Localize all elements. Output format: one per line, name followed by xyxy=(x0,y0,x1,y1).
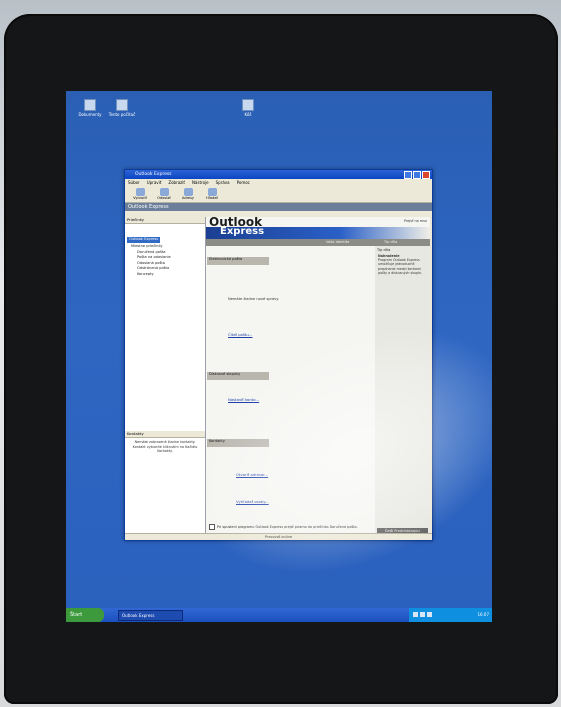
window-banner: Outlook Express xyxy=(125,203,432,211)
contacts-empty-text: Nemáte zobrazené žiadne kontakty. Kontak… xyxy=(132,440,198,453)
status-bar: Pracovať online xyxy=(125,533,432,540)
desktop-icon-label: Tento počítač xyxy=(108,112,136,117)
find-button[interactable]: Hľadať xyxy=(203,188,221,200)
folders-pane: Priečinky Outlook Express Miestne prieči… xyxy=(125,217,206,537)
toolbar-label: Hľadať xyxy=(206,196,218,200)
desktop-icon-label: Dokumenty xyxy=(78,112,102,117)
send-receive-button[interactable]: Odoslať xyxy=(155,188,173,200)
start-button[interactable]: Štart xyxy=(66,608,104,622)
menu-help[interactable]: Pomoc xyxy=(237,179,250,186)
folder-icon xyxy=(84,99,96,111)
main-content: Outlook Express Prejsť na msn Vaša ident… xyxy=(206,217,430,537)
folder-outlook-express[interactable]: Outlook Express xyxy=(127,237,161,243)
contacts-pane-title[interactable]: Kontakty xyxy=(125,431,205,438)
new-mail-icon xyxy=(135,188,145,196)
outlook-express-window: Outlook Express Súbor Upraviť Zobraziť N… xyxy=(124,169,433,541)
volume-icon[interactable] xyxy=(420,612,425,617)
taskbar-outlook-express[interactable]: Outlook Express xyxy=(118,610,183,621)
close-icon[interactable] xyxy=(422,171,430,179)
section-email: Elektronická pošta xyxy=(207,257,269,265)
express-logo: Express xyxy=(220,226,265,237)
menu-view[interactable]: Zobraziť xyxy=(168,179,185,186)
find-people-link[interactable]: Vyhľadať osoby... xyxy=(236,499,269,504)
toolbar: Vytvoriť Odoslať Adresy Hľadať xyxy=(125,186,432,203)
open-address-book-link[interactable]: Otvoriť adresár... xyxy=(236,472,268,477)
menu-file[interactable]: Súbor xyxy=(128,179,140,186)
toolbar-label: Vytvoriť xyxy=(133,196,147,200)
desktop-icon-recycle-bin[interactable]: Kôš xyxy=(228,99,268,117)
monitor-screen: Dokumenty Tento počítač Kôš Outlook Expr… xyxy=(66,91,492,622)
system-tray: 16:07 xyxy=(409,608,492,622)
window-title: Outlook Express xyxy=(135,172,172,177)
folders-pane-title: Priečinky xyxy=(125,217,205,224)
create-mail-button[interactable]: Vytvoriť xyxy=(131,188,149,200)
tip-of-the-day-pane: Tip dňa Nahradenie Program Outlook Expre… xyxy=(375,246,430,537)
menu-bar: Súbor Upraviť Zobraziť Nástroje Správa P… xyxy=(125,179,432,186)
start-inbox-checkbox[interactable] xyxy=(209,524,215,530)
folder-drafts[interactable]: Koncepty xyxy=(127,272,203,278)
menu-message[interactable]: Správa xyxy=(216,179,230,186)
network-icon[interactable] xyxy=(413,612,418,617)
tip-text: Program Outlook Express umožňuje jednodu… xyxy=(378,258,423,275)
msn-link[interactable]: Prejsť na msn xyxy=(404,219,427,223)
read-mail-link[interactable]: Čítať poštu... xyxy=(228,332,252,337)
toolbar-label: Adresy xyxy=(182,196,194,200)
recycle-bin-icon xyxy=(242,99,254,111)
clock[interactable]: 16:07 xyxy=(477,612,489,617)
send-receive-icon xyxy=(159,188,169,196)
computer-icon xyxy=(116,99,128,111)
identity-label[interactable]: Vaša identita xyxy=(326,239,349,246)
desktop-icon-computer[interactable]: Tento počítač xyxy=(102,99,142,117)
find-icon xyxy=(207,188,217,196)
contacts-pane: Kontakty Nemáte zobrazené žiadne kontakt… xyxy=(125,431,205,537)
tip-header: Tip dňa xyxy=(384,240,398,244)
language-icon[interactable] xyxy=(427,612,432,617)
start-inbox-label: Pri spustení programu Outlook Express pr… xyxy=(217,525,358,529)
menu-tools[interactable]: Nástroje xyxy=(192,179,209,186)
toolbar-label: Odoslať xyxy=(157,196,171,200)
setup-account-link[interactable]: Nastaviť konto... xyxy=(228,397,259,402)
minimize-icon[interactable] xyxy=(404,171,412,179)
section-contacts: Kontakty xyxy=(207,439,269,447)
addresses-icon xyxy=(183,188,193,196)
maximize-icon[interactable] xyxy=(413,171,421,179)
addresses-button[interactable]: Adresy xyxy=(179,188,197,200)
desktop-icon-label: Kôš xyxy=(244,112,252,117)
taskbar: Štart Outlook Express 16:07 xyxy=(66,608,492,622)
tip-title: Tip dňa xyxy=(377,248,391,252)
menu-edit[interactable]: Upraviť xyxy=(147,179,162,186)
window-titlebar[interactable]: Outlook Express xyxy=(125,170,432,179)
email-status-text: Nemáte žiadne nové správy. xyxy=(228,297,280,301)
start-inbox-option[interactable]: Pri spustení programu Outlook Express pr… xyxy=(209,524,358,530)
section-newsgroups: Diskusné skupiny xyxy=(207,372,269,380)
identity-bar: Vaša identita Tip dňa xyxy=(206,239,430,246)
